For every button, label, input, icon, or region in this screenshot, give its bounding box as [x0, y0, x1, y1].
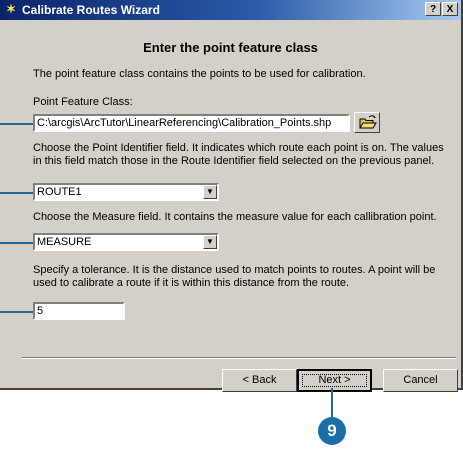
panel-heading: Enter the point feature class	[143, 40, 318, 55]
back-button[interactable]: < Back	[222, 369, 297, 392]
step-callout-line	[331, 388, 333, 418]
tolerance-description-1: Specify a tolerance. It is the distance …	[33, 264, 436, 276]
title-bar: ✶ Calibrate Routes Wizard ? X	[0, 0, 461, 20]
callout-line-point-identifier	[0, 192, 33, 194]
point-feature-class-input[interactable]: C:\arcgis\ArcTutor\LinearReferencing\Cal…	[33, 114, 350, 132]
chevron-down-icon[interactable]: ▼	[203, 185, 217, 199]
measure-value: MEASURE	[37, 236, 92, 248]
help-button[interactable]: ?	[425, 2, 441, 16]
point-identifier-select[interactable]: ROUTE1 ▼	[33, 183, 219, 201]
measure-select[interactable]: MEASURE ▼	[33, 233, 219, 251]
tolerance-description-2: used to calibrate a route if it is withi…	[33, 277, 350, 289]
open-folder-icon	[359, 115, 377, 129]
step-number-badge: 9	[318, 417, 346, 445]
cancel-button[interactable]: Cancel	[383, 369, 458, 392]
tolerance-input[interactable]: 5	[33, 302, 125, 320]
point-identifier-value: ROUTE1	[37, 186, 82, 198]
calibrate-routes-wizard-dialog: ✶ Calibrate Routes Wizard ? X Enter the …	[0, 0, 463, 390]
chevron-down-icon[interactable]: ▼	[203, 235, 217, 249]
wizard-wand-icon: ✶	[6, 2, 17, 16]
next-button[interactable]: Next >	[297, 369, 372, 392]
close-button[interactable]: X	[442, 2, 458, 16]
point-feature-class-label: Point Feature Class:	[33, 96, 133, 108]
callout-line-point-feature-class	[0, 123, 33, 125]
point-identifier-description-2: in this field match those in the Route I…	[33, 155, 435, 167]
focus-rect	[302, 374, 367, 387]
callout-line-measure	[0, 242, 33, 244]
browse-button[interactable]	[354, 112, 380, 133]
panel-description: The point feature class contains the poi…	[33, 68, 366, 80]
window-title: Calibrate Routes Wizard	[22, 3, 160, 17]
button-separator	[22, 357, 456, 359]
point-identifier-description-1: Choose the Point Identifier field. It in…	[33, 142, 444, 154]
callout-line-tolerance	[0, 311, 33, 313]
measure-description: Choose the Measure field. It contains th…	[33, 211, 437, 223]
